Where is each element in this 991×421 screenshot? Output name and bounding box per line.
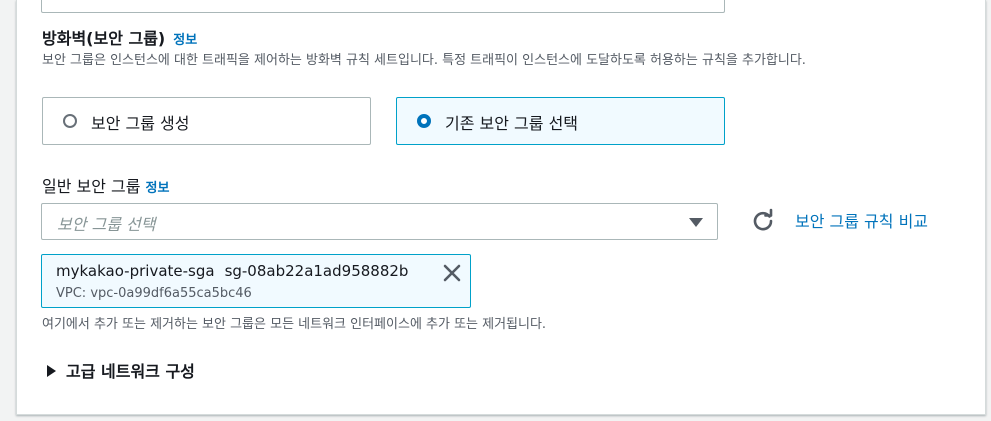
- token-sg-name: mykakao-private-sga: [56, 262, 215, 280]
- compare-sg-rules-link[interactable]: 보안 그룹 규칙 비교: [795, 208, 928, 232]
- previous-field-input[interactable]: [41, 0, 725, 13]
- caret-down-icon: [689, 218, 703, 227]
- close-icon[interactable]: [442, 263, 462, 283]
- network-settings-panel: 방화벽(보안 그룹) 정보 보안 그룹은 인스턴스에 대한 트래픽을 제어하는 방…: [16, 0, 986, 415]
- firewall-title: 방화벽(보안 그룹): [42, 29, 166, 48]
- firewall-section-title: 방화벽(보안 그룹) 정보: [42, 25, 197, 49]
- security-group-select-placeholder: 보안 그룹 선택: [57, 215, 156, 234]
- advanced-network-config-expander[interactable]: 고급 네트워크 구성: [47, 358, 195, 382]
- create-sg-label: 보안 그룹 생성: [91, 114, 190, 133]
- advanced-network-config-label: 고급 네트워크 구성: [66, 362, 195, 381]
- refresh-icon[interactable]: [750, 208, 776, 234]
- existing-sg-label: 기존 보안 그룹 선택: [445, 114, 579, 133]
- token-sg-id: sg-08ab22a1ad958882b: [224, 262, 409, 280]
- security-group-select[interactable]: 보안 그룹 선택: [41, 203, 718, 240]
- token-name-row: mykakao-private-sga sg-08ab22a1ad958882b: [56, 262, 408, 280]
- common-sg-info-link[interactable]: 정보: [146, 181, 170, 196]
- token-vpc: VPC: vpc-0a99df6a55ca5bc46: [56, 286, 252, 301]
- selected-security-group-token: mykakao-private-sga sg-08ab22a1ad958882b …: [41, 254, 471, 308]
- existing-sg-radio[interactable]: [417, 114, 431, 128]
- create-sg-radio[interactable]: [63, 114, 77, 128]
- caret-right-icon: [47, 364, 56, 377]
- firewall-description: 보안 그룹은 인스턴스에 대한 트래픽을 제어하는 방화벽 규칙 세트입니다. …: [42, 53, 806, 68]
- firewall-info-link[interactable]: 정보: [173, 33, 197, 48]
- create-security-group-option[interactable]: 보안 그룹 생성: [42, 97, 371, 145]
- select-existing-security-group-option[interactable]: 기존 보안 그룹 선택: [396, 97, 725, 145]
- common-sg-label: 일반 보안 그룹: [42, 177, 141, 196]
- common-sg-field-label: 일반 보안 그룹 정보: [42, 173, 169, 197]
- security-group-constraint-text: 여기에서 추가 또는 제거하는 보안 그룹은 모든 네트워크 인터페이스에 추가…: [42, 317, 547, 332]
